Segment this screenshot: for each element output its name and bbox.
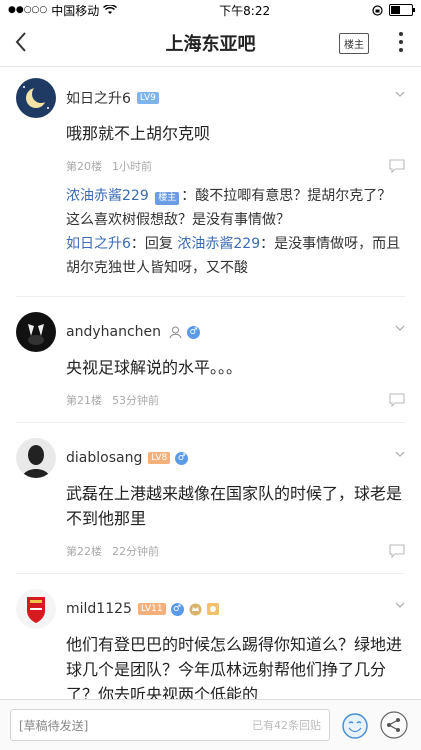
chevron-down-icon[interactable] [395,323,405,333]
draft-label: [草稿待发送] [19,718,89,733]
chevron-down-icon[interactable] [395,449,405,459]
owner-only-button[interactable]: 楼主 [339,33,369,54]
comment-icon[interactable] [389,159,405,173]
male-gender-icon: ♂ [175,451,189,465]
reply-author[interactable]: 浓油赤酱229 [66,188,149,204]
post-content: 他们有登巴巴的时候怎么踢得你知道么？绿地进球几个是团队？今年瓜林远射帮他们挣了几… [66,635,403,700]
floor-number: 第21楼 [66,394,102,407]
level-badge: LV8 [148,452,171,464]
floor-number: 第22楼 [66,545,102,558]
floor-number: 第20楼 [66,160,102,173]
wifi-icon [103,5,118,14]
username[interactable]: mild1125 [66,601,132,617]
comment-icon[interactable] [389,544,405,558]
back-arrow-icon[interactable] [12,30,32,54]
reply-text: ：回复 [130,236,178,252]
post-time: 1小时前 [112,160,152,173]
status-bar: ●●○○○ 中国移动 下午8:22 [0,0,421,20]
post-content: 央视足球解说的水平。。。 [66,358,243,377]
avatar[interactable] [16,438,56,478]
username[interactable]: diablosang [66,450,142,466]
owner-tag: 楼主 [155,192,180,205]
chevron-down-icon[interactable] [395,600,405,610]
avatar[interactable] [16,589,56,629]
share-icon[interactable] [380,711,408,739]
carrier-label: 中国移动 [51,3,100,18]
user-badge-icon [169,326,182,338]
bottom-bar: [草稿待发送] 已有42条回贴 [0,699,421,750]
male-gender-icon: ♂ [187,325,201,339]
reply-author[interactable]: 如日之升6 [66,236,131,252]
post-meta: 第22楼 22分钟前 [66,541,405,561]
post-list: 如日之升6 LV9 哦那就不上胡尔克呗 第20楼 1小时前 浓油赤酱229 楼主… [0,67,421,700]
reply-mention[interactable]: 浓油赤酱229 [177,236,260,252]
post-item: mild1125 LV11 ♂ 他们有登巴巴的时候怎么踢得你知道么？绿地进球几个… [0,574,421,700]
emoji-icon[interactable] [340,710,370,740]
level-badge: LV9 [136,92,159,104]
more-menu-icon[interactable] [399,32,403,52]
male-gender-icon: ♂ [170,602,184,616]
reply-count: 已有42条回贴 [252,719,321,732]
crown-badge-icon [189,603,202,615]
clock: 下午8:22 [219,3,271,18]
avatar[interactable] [16,312,56,352]
signal-icon: ●●○○○ [8,5,48,15]
comment-icon[interactable] [389,393,405,407]
post-item: diablosang LV8 ♂ 武磊在上港越来越像在国家队的时候了，球老是不到… [0,423,421,574]
battery-icon [388,4,415,16]
avatar[interactable] [16,78,56,118]
page-title: 上海东亚吧 [165,34,256,55]
post-time: 22分钟前 [112,545,159,558]
post-content: 武磊在上港越来越像在国家队的时候了，球老是不到他那里 [66,484,403,528]
reply-item: 如日之升6：回复 浓油赤酱229：是没事情做呀，而且胡尔克独世人皆知呀，又不酸 [66,232,405,280]
post-meta: 第21楼 53分钟前 [66,390,405,410]
nav-bar: 上海东亚吧 楼主 [0,20,421,67]
reply-input[interactable]: [草稿待发送] 已有42条回贴 [10,709,330,741]
reply-item: 浓油赤酱229 楼主 ：酸不拉唧有意思？提胡尔克了？这么喜欢树假想敌？是没有事情做… [66,184,405,232]
post-item: 如日之升6 LV9 哦那就不上胡尔克呗 第20楼 1小时前 浓油赤酱229 楼主… [0,67,421,297]
post-item: andyhanchen ♂ 央视足球解说的水平。。。 第21楼 53分钟前 [0,297,421,423]
chevron-down-icon[interactable] [395,89,405,99]
post-time: 53分钟前 [112,394,159,407]
level-badge: LV11 [137,603,166,615]
reply-thread: 浓油赤酱229 楼主 ：酸不拉唧有意思？提胡尔克了？这么喜欢树假想敌？是没有事情做… [66,184,405,284]
username[interactable]: 如日之升6 [66,88,131,108]
rotation-lock-icon [372,4,383,16]
post-content: 哦那就不上胡尔克呗 [66,124,211,143]
username[interactable]: andyhanchen [66,324,161,340]
medal-badge-icon [206,603,219,615]
post-meta: 第20楼 1小时前 [66,156,405,176]
